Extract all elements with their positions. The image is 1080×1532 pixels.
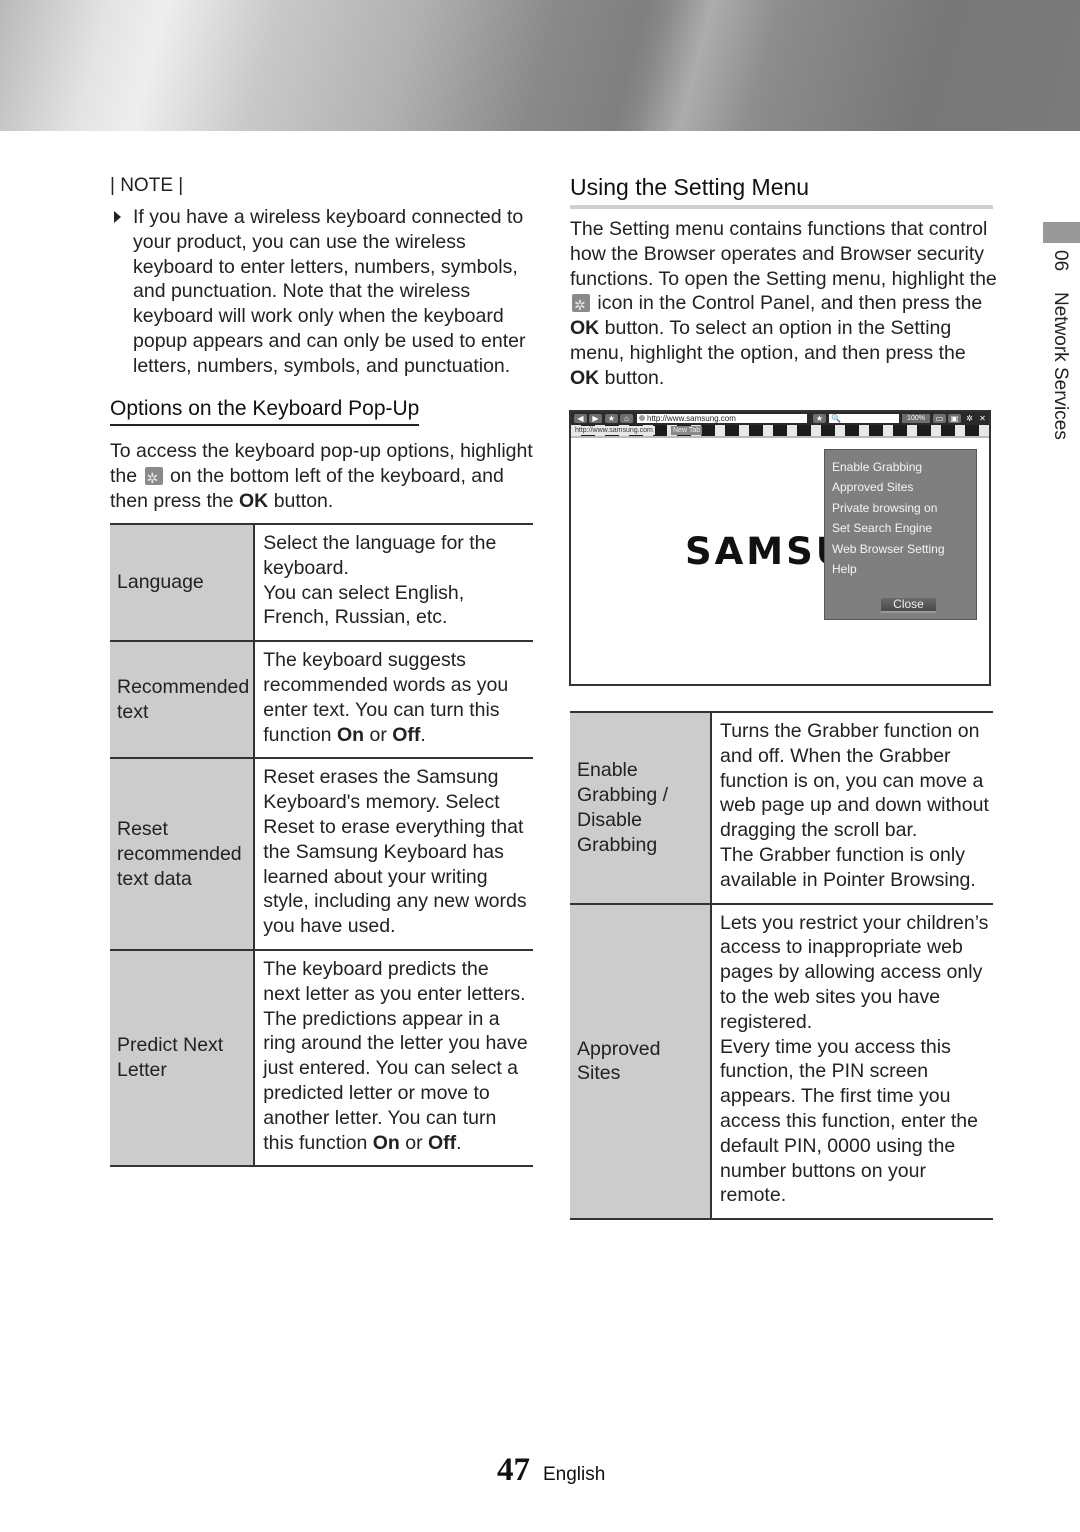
option-description: Reset erases the Samsung Keyboard's memo… [263,766,527,938]
option-name: Reset recommended text data [110,758,256,950]
new-tab-button[interactable]: New Tab [671,426,703,435]
chapter-tab-marker [1043,222,1080,243]
add-bookmark-icon[interactable]: ★ [813,414,826,423]
gear-icon [572,293,590,318]
option-description: Select the language for the keyboard. Yo… [263,532,497,629]
setting-menu-heading: Using the Setting Menu [570,174,993,209]
browser-tabbar: http://www.samsung.com ✕ New Tab [571,425,989,438]
close-icon[interactable]: ✕ [976,414,989,423]
menu-item-enable-grabbing[interactable]: Enable Grabbing [832,460,922,474]
home-icon[interactable]: ⌂ [620,414,633,423]
setting-options-table: Enable Grabbing / Disable Grabbing Turns… [570,711,993,1220]
browser-toolbar: ◀ ▶ ★ ⌂ http://www.samsung.com ★ 🔍 100% … [571,412,989,425]
bullet-triangle-icon [114,211,121,223]
settings-gear-icon[interactable]: ✲ [963,414,976,423]
chapter-title: Network Services [1050,292,1071,441]
browser-tab[interactable]: http://www.samsung.com [573,426,655,435]
table-row: Approved Sites Lets you restrict your ch… [570,903,993,1220]
menu-item-private-browsing[interactable]: Private browsing on [832,501,937,515]
keyboard-options-intro: To access the keyboard pop-up options, h… [110,439,540,513]
page-number: 47 [497,1452,530,1488]
keyboard-options-heading: Options on the Keyboard Pop-Up [110,397,420,426]
note-item: If you have a wireless keyboard connecte… [133,206,526,377]
chapter-label: 06 Network Services [1049,250,1071,440]
browser-screenshot: ◀ ▶ ★ ⌂ http://www.samsung.com ★ 🔍 100% … [569,410,991,686]
menu-item-help[interactable]: Help [832,562,857,576]
table-row: Predict Next Letter The keyboard predict… [110,949,533,1167]
gear-icon [144,466,163,491]
keyboard-options-table: Language Select the language for the key… [110,523,533,1167]
menu-item-web-browser-setting[interactable]: Web Browser Setting [832,542,945,556]
option-description: Turns the Grabber function on and off. W… [720,720,989,891]
chapter-number: 06 [1050,250,1071,272]
window-icon[interactable]: ▭ [933,414,946,423]
option-description: The keyboard predicts the next letter as… [263,957,528,1154]
forward-icon[interactable]: ▶ [589,414,602,423]
close-button[interactable]: Close [881,598,936,613]
table-row: Language Select the language for the key… [110,524,533,642]
zoom-level[interactable]: 100% [902,414,930,423]
search-input[interactable]: 🔍 [829,414,899,423]
pip-icon[interactable]: ▣ [948,414,961,423]
page-language: English [543,1464,606,1485]
option-description: Lets you restrict your children’s access… [720,911,989,1207]
tab-close-icon[interactable]: ✕ [659,426,669,435]
setting-menu-intro: The Setting menu contains functions that… [570,217,1000,391]
url-input[interactable]: http://www.samsung.com [637,414,807,423]
option-name: Language [110,524,256,642]
header-banner [0,0,1080,131]
table-row: Reset recommended text data Reset erases… [110,758,533,950]
table-row: Enable Grabbing / Disable Grabbing Turns… [570,712,993,904]
menu-item-approved-sites[interactable]: Approved Sites [832,480,913,494]
table-row: Recommended text The keyboard suggests r… [110,641,533,759]
back-icon[interactable]: ◀ [574,414,587,423]
option-name: Enable Grabbing / Disable Grabbing [570,712,712,904]
option-description: The keyboard suggests recommended words … [263,649,509,746]
option-name: Approved Sites [570,903,712,1220]
setting-menu-popup: Enable Grabbing Approved Sites Private b… [824,449,977,620]
option-name: Recommended text [110,641,256,759]
option-name: Predict Next Letter [110,949,256,1167]
bookmark-star-icon[interactable]: ★ [605,414,618,423]
menu-item-set-search-engine[interactable]: Set Search Engine [832,521,932,535]
note-title: | NOTE | [110,175,184,196]
